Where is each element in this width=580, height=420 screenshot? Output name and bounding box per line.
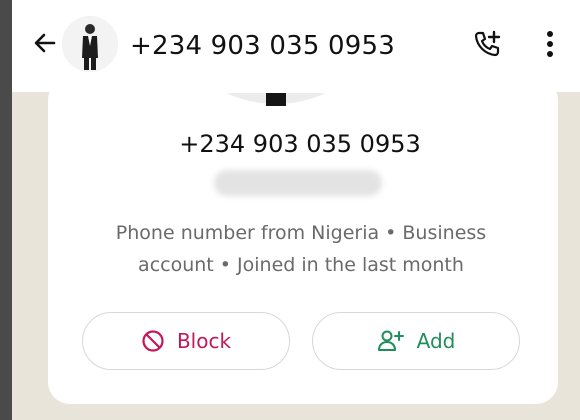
add-call-button[interactable] xyxy=(470,29,504,63)
back-button[interactable] xyxy=(30,30,60,60)
block-button-label: Block xyxy=(176,329,232,353)
more-vertical-icon xyxy=(546,30,554,62)
contact-title[interactable]: +234 903 035 0953 xyxy=(130,31,395,61)
profile-phone-number: +234 903 035 0953 xyxy=(179,130,421,158)
person-photo-icon xyxy=(62,16,118,72)
arrow-left-icon xyxy=(32,30,58,60)
add-contact-icon xyxy=(377,329,405,353)
blurred-business-name xyxy=(214,170,382,196)
profile-details-line-2: account • Joined in the last month xyxy=(138,254,464,276)
left-window-edge xyxy=(0,0,12,420)
add-button-label: Add xyxy=(416,329,456,353)
add-contact-button[interactable]: Add xyxy=(312,312,520,370)
more-options-button[interactable] xyxy=(540,30,560,62)
profile-photo xyxy=(226,92,326,106)
block-icon xyxy=(141,329,165,353)
avatar[interactable] xyxy=(62,16,118,72)
call-add-icon xyxy=(471,28,503,64)
block-button[interactable]: Block xyxy=(82,312,290,370)
profile-details-line-1: Phone number from Nigeria • Business xyxy=(115,222,487,244)
profile-details: Phone number from Nigeria • Business acc… xyxy=(96,217,506,281)
